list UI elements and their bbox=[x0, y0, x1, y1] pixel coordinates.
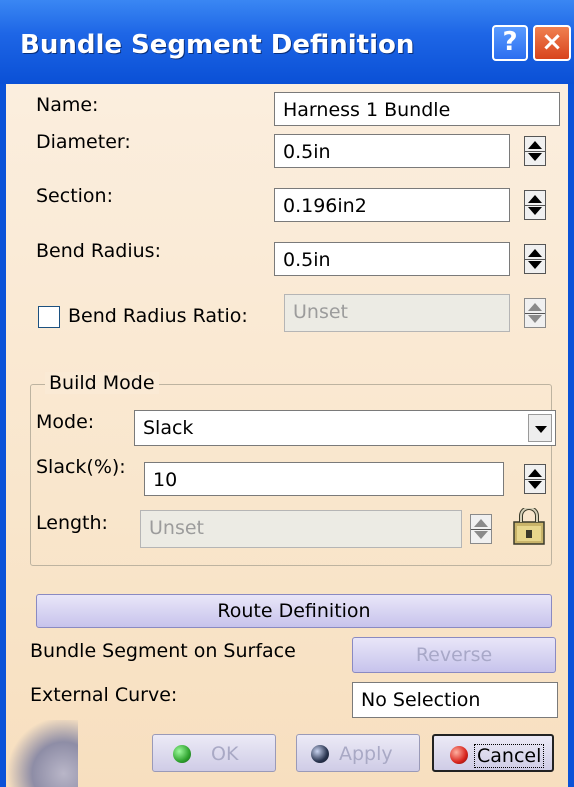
cancel-button[interactable]: Cancel bbox=[432, 734, 554, 772]
length-label: Length: bbox=[36, 512, 108, 534]
slack-field[interactable]: 10 bbox=[144, 462, 504, 496]
dialog-title: Bundle Segment Definition bbox=[20, 30, 415, 60]
bend-radius-field[interactable]: 0.5in bbox=[274, 242, 510, 276]
padlock-icon[interactable] bbox=[512, 508, 550, 546]
bend-radius-spinner[interactable] bbox=[524, 244, 546, 274]
length-field: Unset bbox=[140, 510, 462, 548]
help-button[interactable]: ? bbox=[492, 25, 528, 61]
ok-label: OK bbox=[211, 743, 239, 765]
bend-radius-label: Bend Radius: bbox=[36, 240, 161, 262]
mode-dropdown-button[interactable] bbox=[528, 414, 552, 442]
bend-radius-ratio-spinner bbox=[524, 298, 546, 328]
external-curve-field[interactable]: No Selection bbox=[352, 682, 558, 718]
section-label: Section: bbox=[36, 185, 113, 207]
cancel-ball-icon bbox=[450, 746, 468, 764]
diameter-label: Diameter: bbox=[36, 131, 131, 153]
mode-value: Slack bbox=[143, 417, 194, 439]
external-curve-label: External Curve: bbox=[30, 684, 178, 706]
close-button[interactable]: × bbox=[533, 25, 571, 61]
reverse-button: Reverse bbox=[352, 637, 556, 673]
section-field[interactable]: 0.196in2 bbox=[274, 188, 510, 222]
surface-label: Bundle Segment on Surface bbox=[30, 640, 296, 662]
bend-radius-ratio-field: Unset bbox=[284, 294, 510, 332]
ok-ball-icon bbox=[173, 745, 191, 763]
name-label: Name: bbox=[36, 94, 99, 116]
route-definition-button[interactable]: Route Definition bbox=[36, 594, 552, 628]
build-mode-legend: Build Mode bbox=[45, 372, 159, 394]
mode-select[interactable]: Slack bbox=[134, 410, 556, 446]
cancel-label: Cancel bbox=[474, 744, 545, 768]
diameter-field[interactable]: 0.5in bbox=[274, 134, 510, 168]
section-spinner[interactable] bbox=[524, 190, 546, 220]
decorative-globe bbox=[6, 720, 78, 787]
bend-radius-ratio-label: Bend Radius Ratio: bbox=[68, 305, 248, 327]
mode-label: Mode: bbox=[36, 411, 95, 433]
diameter-spinner[interactable] bbox=[524, 136, 546, 166]
apply-label: Apply bbox=[339, 743, 393, 765]
name-field[interactable]: Harness 1 Bundle bbox=[274, 92, 560, 126]
length-spinner bbox=[470, 514, 492, 544]
apply-button: Apply bbox=[296, 734, 420, 772]
ok-button: OK bbox=[152, 734, 276, 772]
slack-spinner[interactable] bbox=[524, 464, 546, 494]
apply-ball-icon bbox=[311, 745, 329, 763]
title-bar[interactable]: Bundle Segment Definition ? × bbox=[0, 0, 574, 84]
bend-radius-ratio-checkbox[interactable] bbox=[38, 306, 60, 328]
slack-label: Slack(%): bbox=[36, 456, 126, 478]
